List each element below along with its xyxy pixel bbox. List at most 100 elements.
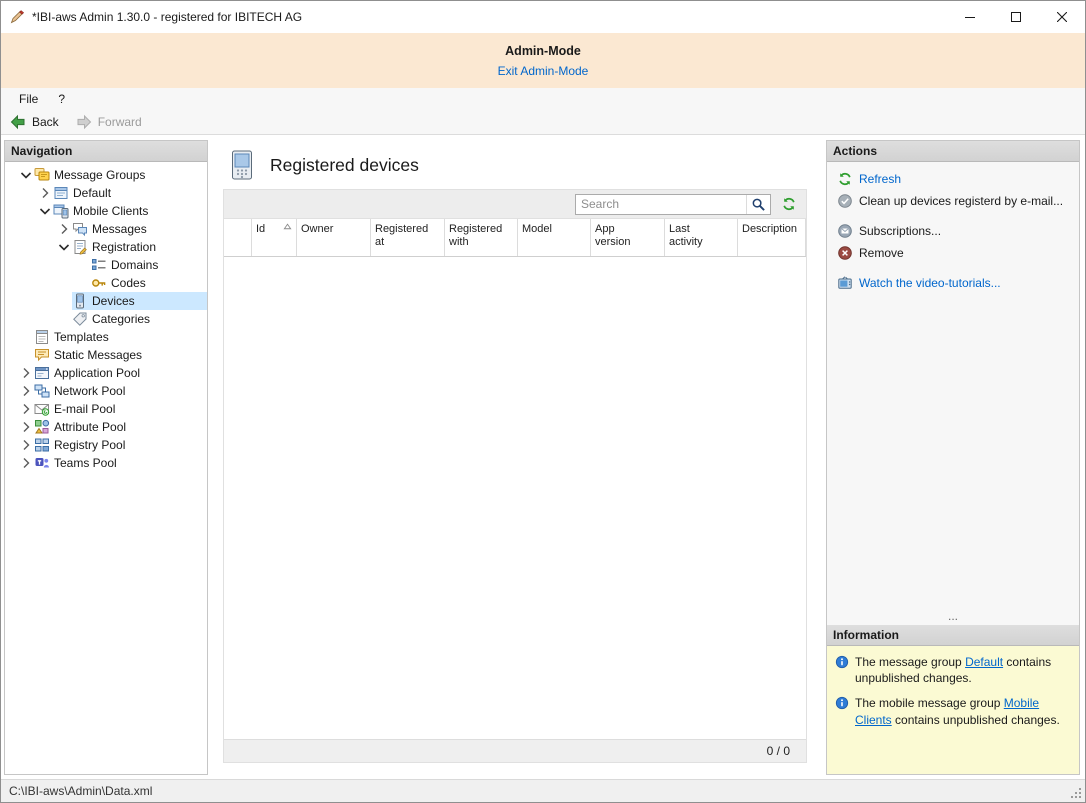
maximize-button[interactable]	[993, 1, 1039, 33]
tree-item-row[interactable]: Static Messages	[34, 346, 207, 364]
info-text: The mobile message group	[855, 696, 1004, 710]
chevron-right-icon[interactable]	[55, 221, 72, 237]
tree-item-network-pool[interactable]: Network Pool	[5, 382, 207, 400]
tree-item-label: Registry Pool	[54, 438, 129, 452]
table-body-empty[interactable]	[224, 257, 806, 739]
column-label: Description	[742, 223, 797, 236]
tree-item-row[interactable]: Categories	[72, 310, 207, 328]
tree-item-mobile-clients[interactable]: Mobile Clients	[5, 202, 207, 220]
tree-item-templates[interactable]: Templates	[5, 328, 207, 346]
chevron-right-icon[interactable]	[17, 365, 34, 381]
chevron-right-icon[interactable]	[17, 437, 34, 453]
statusbar-path: C:\IBI-aws\Admin\Data.xml	[9, 784, 152, 798]
tree-item-row[interactable]: Default	[53, 184, 207, 202]
column-header-description[interactable]: Description	[738, 219, 806, 256]
tree-item-application-pool[interactable]: Application Pool	[5, 364, 207, 382]
chevron-spacer	[74, 257, 91, 273]
domains-icon	[91, 257, 107, 273]
info-note-text: The message group Default contains unpub…	[855, 654, 1071, 686]
info-link-default[interactable]: Default	[965, 655, 1003, 669]
app-icon	[9, 9, 25, 25]
chevron-down-icon[interactable]	[17, 167, 34, 183]
tree-item-codes[interactable]: Codes	[5, 274, 207, 292]
tree-item-row[interactable]: Network Pool	[34, 382, 207, 400]
tree-item-row[interactable]: Messages	[72, 220, 207, 238]
navigation-header: Navigation	[5, 141, 207, 162]
information-list: The message group Default contains unpub…	[827, 646, 1079, 774]
column-label: Registered at	[375, 223, 440, 249]
tree-item-categories[interactable]: Categories	[5, 310, 207, 328]
tree-item-e-mail-pool[interactable]: E-mail Pool	[5, 400, 207, 418]
tree-item-devices[interactable]: Devices	[5, 292, 207, 310]
column-header-blank[interactable]	[224, 219, 252, 256]
column-label: Last activity	[669, 223, 713, 249]
tree-item-static-messages[interactable]: Static Messages	[5, 346, 207, 364]
search-icon[interactable]	[746, 195, 770, 214]
tree-item-row[interactable]: Mobile Clients	[53, 202, 207, 220]
menu-help[interactable]: ?	[48, 89, 75, 109]
message-groups-icon	[34, 167, 50, 183]
chevron-right-icon[interactable]	[36, 185, 53, 201]
tree-item-row[interactable]: Registry Pool	[34, 436, 207, 454]
tree-item-row[interactable]: E-mail Pool	[34, 400, 207, 418]
templates-icon	[34, 329, 50, 345]
close-button[interactable]	[1039, 1, 1085, 33]
search-input[interactable]	[576, 197, 746, 211]
action-refresh[interactable]: Refresh	[837, 171, 1071, 187]
teams-pool-icon	[34, 455, 50, 471]
tree-item-row[interactable]: Domains	[91, 256, 207, 274]
tree-item-teams-pool[interactable]: Teams Pool	[5, 454, 207, 472]
back-label: Back	[32, 115, 59, 129]
chevron-right-icon[interactable]	[17, 419, 34, 435]
tree-item-row[interactable]: Registration	[72, 238, 207, 256]
back-button[interactable]: Back	[9, 113, 59, 131]
table-refresh-icon[interactable]	[780, 195, 798, 213]
tree-item-attribute-pool[interactable]: Attribute Pool	[5, 418, 207, 436]
application-pool-icon	[34, 365, 50, 381]
action-clean-up-devices-registerd-by-e-mail[interactable]: Clean up devices registerd by e-mail...	[837, 193, 1071, 209]
tree-item-row[interactable]: Codes	[91, 274, 207, 292]
chevron-right-icon[interactable]	[17, 401, 34, 417]
tree-item-registry-pool[interactable]: Registry Pool	[5, 436, 207, 454]
column-header-app-version[interactable]: App version	[591, 219, 665, 256]
chevron-spacer	[55, 311, 72, 327]
tree-item-message-groups[interactable]: Message Groups	[5, 166, 207, 184]
exit-admin-mode-link[interactable]: Exit Admin-Mode	[498, 64, 589, 78]
tree-item-label: Static Messages	[54, 348, 146, 362]
menu-file[interactable]: File	[9, 89, 48, 109]
attribute-pool-icon	[34, 419, 50, 435]
column-header-registered-with[interactable]: Registered with	[445, 219, 518, 256]
column-header-model[interactable]: Model	[518, 219, 591, 256]
tree-item-domains[interactable]: Domains	[5, 256, 207, 274]
devices-table: IdOwnerRegistered atRegistered withModel…	[223, 189, 807, 763]
minimize-button[interactable]	[947, 1, 993, 33]
tree-item-row[interactable]: Attribute Pool	[34, 418, 207, 436]
tree-item-row[interactable]: Teams Pool	[34, 454, 207, 472]
searchbox	[575, 194, 771, 215]
resize-grip[interactable]	[1070, 787, 1083, 800]
action-subscriptions[interactable]: Subscriptions...	[837, 223, 1071, 239]
column-header-registered-at[interactable]: Registered at	[371, 219, 445, 256]
action-watch-the-video-tutorials[interactable]: Watch the video-tutorials...	[837, 275, 1071, 291]
forward-button[interactable]: Forward	[75, 113, 142, 131]
action-remove[interactable]: Remove	[837, 245, 1071, 261]
devices-icon	[72, 293, 88, 309]
tree-item-row[interactable]: Application Pool	[34, 364, 207, 382]
column-header-last-activity[interactable]: Last activity	[665, 219, 738, 256]
tree-item-label: Teams Pool	[54, 456, 121, 470]
tree-item-label: Message Groups	[54, 168, 149, 182]
registration-icon	[72, 239, 88, 255]
column-header-owner[interactable]: Owner	[297, 219, 371, 256]
chevron-right-icon[interactable]	[17, 455, 34, 471]
tree-item-label: Network Pool	[54, 384, 129, 398]
tree-item-row[interactable]: Devices	[72, 292, 207, 310]
tree-item-default[interactable]: Default	[5, 184, 207, 202]
tree-item-row[interactable]: Message Groups	[34, 166, 207, 184]
tree-item-registration[interactable]: Registration	[5, 238, 207, 256]
chevron-down-icon[interactable]	[36, 203, 53, 219]
column-header-id[interactable]: Id	[252, 219, 297, 256]
tree-item-row[interactable]: Templates	[34, 328, 207, 346]
chevron-down-icon[interactable]	[55, 239, 72, 255]
chevron-right-icon[interactable]	[17, 383, 34, 399]
tree-item-messages[interactable]: Messages	[5, 220, 207, 238]
